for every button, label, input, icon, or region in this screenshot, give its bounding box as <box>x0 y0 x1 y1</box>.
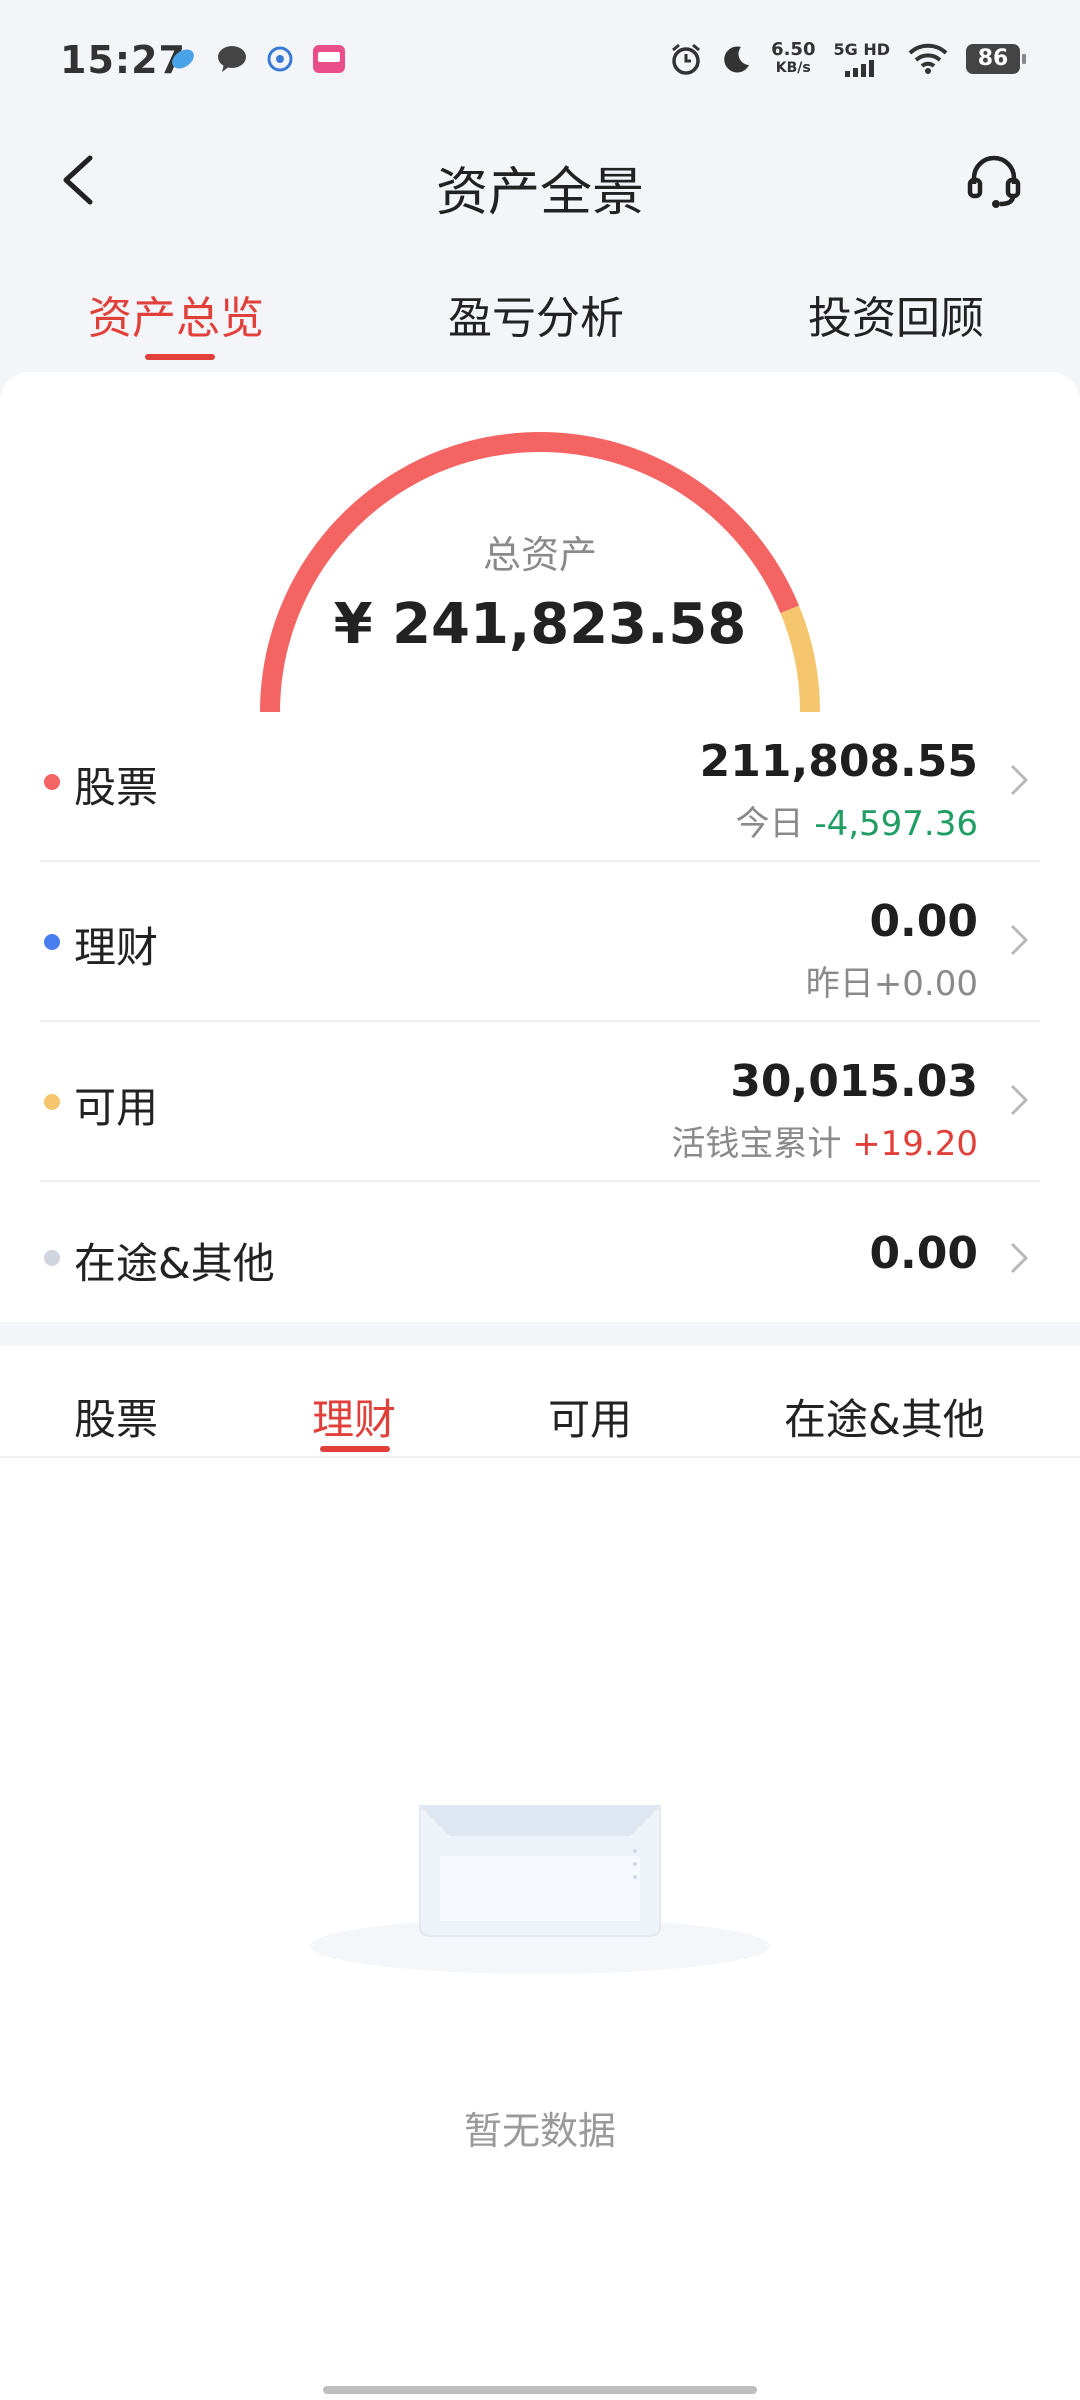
wealth-dot <box>44 934 60 950</box>
alarm-icon <box>672 43 701 75</box>
network-type: 5G HD <box>833 40 890 59</box>
signal-icon <box>844 60 874 77</box>
asset-row-value: 0.00 <box>869 896 978 947</box>
asset-row-label: 理财 <box>74 923 159 972</box>
do-not-disturb-moon-icon <box>724 45 750 72</box>
asset-row-sub: 昨日+0.00 <box>805 964 978 1004</box>
network-speed: 6.50 KB/s <box>771 38 816 76</box>
home-indicator[interactable] <box>323 2386 757 2394</box>
available-dot <box>44 1094 60 1110</box>
asset-row-wealth[interactable]: 理财 0.00 昨日+0.00 <box>40 862 1040 1022</box>
tab-asset-overview[interactable]: 资产总览 <box>88 282 264 346</box>
system-icons: 6.50 KB/s 5G HD 86 <box>669 38 1026 77</box>
asset-list: 股票 211,808.55 今日 -4,597.36 理财 0.00 昨日+0.… <box>0 702 1080 1332</box>
app-notification-icon <box>172 49 194 69</box>
app-notification-icon <box>267 46 293 72</box>
asset-row-sub: 活钱宝累计 +19.20 <box>671 1124 978 1164</box>
chevron-right-icon <box>1010 1084 1029 1116</box>
chevron-right-icon <box>1010 924 1029 956</box>
asset-row-sub: 今日 -4,597.36 <box>735 804 979 844</box>
battery-icon: 86 <box>966 43 1026 74</box>
subtab-available[interactable]: 可用 <box>548 1386 632 1447</box>
asset-row-label: 可用 <box>74 1083 159 1132</box>
asset-detail-panel: 股票 理财 可用 在途&其他 暂无数据 <box>0 1346 1080 2400</box>
subtab-wealth[interactable]: 理财 <box>312 1386 396 1447</box>
top-tab-bar: 资产总览 盈亏分析 投资回顾 <box>0 270 1080 370</box>
asset-row-available[interactable]: 可用 30,015.03 活钱宝累计 +19.20 <box>40 1022 1040 1182</box>
active-subtab-indicator <box>320 1446 390 1452</box>
asset-overview-card: 总资产 ¥ 241,823.58 股票 211,808.55 今日 -4,597… <box>0 372 1080 1322</box>
active-tab-indicator <box>145 354 215 360</box>
asset-row-stock[interactable]: 股票 211,808.55 今日 -4,597.36 <box>40 702 1040 862</box>
total-assets-value: ¥ 241,823.58 <box>333 592 747 657</box>
tab-profit-loss-analysis[interactable]: 盈亏分析 <box>448 282 624 346</box>
asset-row-value: 211,808.55 <box>699 736 978 787</box>
subtab-in-transit-other[interactable]: 在途&其他 <box>784 1386 985 1447</box>
tab-investment-review[interactable]: 投资回顾 <box>808 282 984 346</box>
app-header: 资产全景 <box>0 120 1080 250</box>
status-bar: 15:27 6.50 KB/s 5G HD 86 <box>0 0 1080 120</box>
headset-icon[interactable] <box>964 150 1024 210</box>
notification-icons <box>168 44 346 74</box>
asset-detail-tab-bar: 股票 理财 可用 在途&其他 <box>0 1346 1080 1458</box>
empty-box-illustration <box>310 1805 770 1974</box>
asset-row-value: 0.00 <box>869 1228 978 1279</box>
asset-row-label: 在途&其他 <box>74 1239 275 1288</box>
subtab-stock[interactable]: 股票 <box>74 1386 158 1447</box>
in-transit-dot <box>44 1250 60 1266</box>
wifi-icon <box>908 43 948 74</box>
asset-row-value: 30,015.03 <box>730 1056 978 1107</box>
message-icon <box>218 46 246 72</box>
page-title: 资产全景 <box>435 163 644 223</box>
asset-row-label: 股票 <box>74 763 159 812</box>
chevron-right-icon <box>1010 764 1029 796</box>
total-assets-label: 总资产 <box>482 533 597 577</box>
app-notification-icon <box>313 45 345 73</box>
asset-row-in-transit-other[interactable]: 在途&其他 0.00 <box>40 1182 1040 1332</box>
empty-state-text: 暂无数据 <box>463 2109 616 2153</box>
chevron-right-icon <box>1010 1242 1029 1274</box>
stock-dot <box>44 774 60 790</box>
